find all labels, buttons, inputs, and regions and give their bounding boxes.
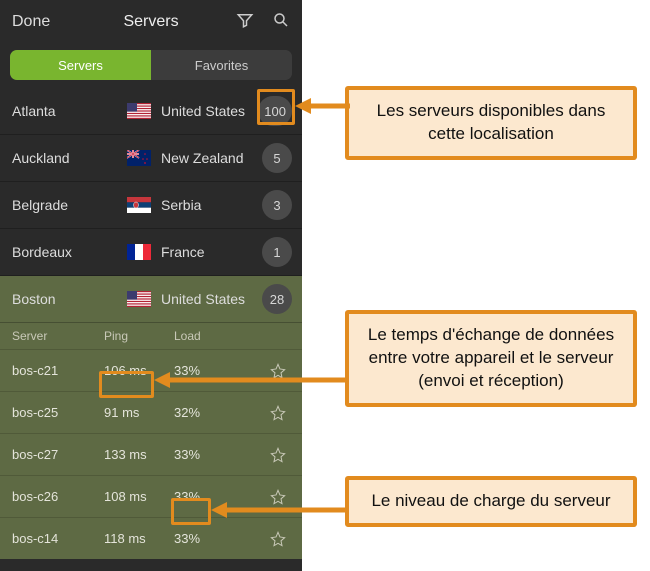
city-row-belgrade[interactable]: Belgrade Serbia 3 xyxy=(0,182,302,229)
flag-icon xyxy=(127,197,153,213)
server-load: 33% xyxy=(174,489,234,504)
server-count-badge: 100 xyxy=(258,96,292,126)
server-row[interactable]: bos-c26 108 ms 33% xyxy=(0,475,302,517)
city-name: Belgrade xyxy=(12,197,127,213)
flag-icon xyxy=(127,291,153,307)
server-ping: 133 ms xyxy=(104,447,174,462)
country-name: France xyxy=(153,244,262,260)
filter-icon[interactable] xyxy=(236,11,254,34)
server-ping: 118 ms xyxy=(104,531,174,546)
server-name: bos-c26 xyxy=(12,489,104,504)
arrow-to-count xyxy=(295,96,350,116)
screen-title: Servers xyxy=(72,13,230,31)
server-row[interactable]: bos-c25 91 ms 32% xyxy=(0,391,302,433)
favorite-star-icon[interactable] xyxy=(234,405,290,421)
favorite-star-icon[interactable] xyxy=(234,489,290,505)
servers-panel: Done Servers Servers Favorites Atlanta U… xyxy=(0,0,302,571)
col-load: Load xyxy=(174,329,234,343)
city-row-boston[interactable]: Boston United States 28 xyxy=(0,276,302,323)
server-count-badge: 5 xyxy=(262,143,292,173)
flag-icon xyxy=(127,244,153,260)
server-name: bos-c27 xyxy=(12,447,104,462)
server-count-badge: 3 xyxy=(262,190,292,220)
server-ping: 91 ms xyxy=(104,405,174,420)
city-row-auckland[interactable]: Auckland New Zealand 5 xyxy=(0,135,302,182)
col-server: Server xyxy=(12,329,104,343)
tab-segmented-control: Servers Favorites xyxy=(10,50,292,80)
done-button[interactable]: Done xyxy=(12,13,72,31)
city-name: Auckland xyxy=(12,150,127,166)
tab-favorites[interactable]: Favorites xyxy=(151,50,292,80)
server-name: bos-c14 xyxy=(12,531,104,546)
server-load: 33% xyxy=(174,531,234,546)
search-icon[interactable] xyxy=(272,11,290,34)
server-count-badge: 1 xyxy=(262,237,292,267)
server-ping: 106 ms xyxy=(104,363,174,378)
flag-icon xyxy=(127,103,153,119)
server-ping: 108 ms xyxy=(104,489,174,504)
favorite-star-icon[interactable] xyxy=(234,531,290,547)
server-row[interactable]: bos-c14 118 ms 33% xyxy=(0,517,302,559)
callout-ping: Le temps d'échange de données entre votr… xyxy=(345,310,637,407)
favorite-star-icon[interactable] xyxy=(234,363,290,379)
city-name: Bordeaux xyxy=(12,244,127,260)
server-row[interactable]: bos-c21 106 ms 33% xyxy=(0,349,302,391)
city-row-bordeaux[interactable]: Bordeaux France 1 xyxy=(0,229,302,276)
server-name: bos-c21 xyxy=(12,363,104,378)
server-load: 32% xyxy=(174,405,234,420)
server-load: 33% xyxy=(174,447,234,462)
city-name: Boston xyxy=(12,291,127,307)
server-load: 33% xyxy=(174,363,234,378)
callout-available-servers: Les serveurs disponibles dans cette loca… xyxy=(345,86,637,160)
server-count-badge: 28 xyxy=(262,284,292,314)
country-name: New Zealand xyxy=(153,150,262,166)
country-name: United States xyxy=(153,291,262,307)
city-name: Atlanta xyxy=(12,103,127,119)
city-row-atlanta[interactable]: Atlanta United States 100 xyxy=(0,88,302,135)
callout-load: Le niveau de charge du serveur xyxy=(345,476,637,527)
server-name: bos-c25 xyxy=(12,405,104,420)
top-bar: Done Servers xyxy=(0,0,302,44)
country-name: Serbia xyxy=(153,197,262,213)
col-ping: Ping xyxy=(104,329,174,343)
server-row[interactable]: bos-c27 133 ms 33% xyxy=(0,433,302,475)
country-name: United States xyxy=(153,103,258,119)
favorite-star-icon[interactable] xyxy=(234,447,290,463)
server-table-header: Server Ping Load xyxy=(0,323,302,349)
flag-icon xyxy=(127,150,153,166)
tab-servers[interactable]: Servers xyxy=(10,50,151,80)
